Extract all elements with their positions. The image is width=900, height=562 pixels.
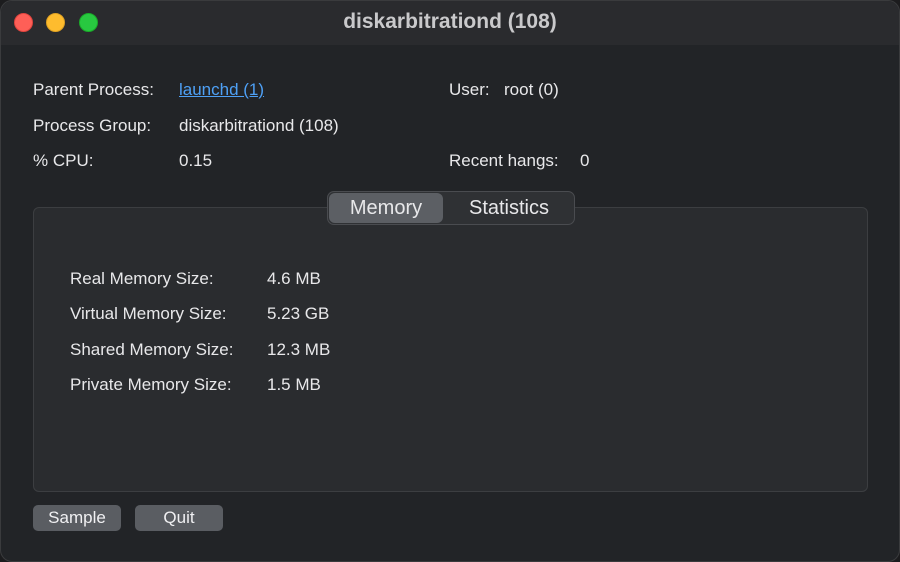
real-memory-value: 4.6 MB bbox=[267, 269, 321, 288]
private-memory-label: Private Memory Size: bbox=[70, 375, 232, 394]
tab-segmented-control: Memory Statistics bbox=[327, 191, 575, 225]
process-inspector-window: diskarbitrationd (108) Parent Process: l… bbox=[0, 0, 900, 562]
shared-memory-value: 12.3 MB bbox=[267, 340, 331, 359]
recent-hangs-label: Recent hangs: bbox=[449, 151, 559, 170]
user-label: User: bbox=[449, 80, 490, 99]
private-memory-value: 1.5 MB bbox=[267, 375, 321, 394]
virtual-memory-value: 5.23 GB bbox=[267, 304, 330, 323]
user-value: root (0) bbox=[504, 80, 559, 99]
parent-process-label: Parent Process: bbox=[33, 80, 154, 99]
tab-memory[interactable]: Memory bbox=[329, 193, 443, 223]
recent-hangs-value: 0 bbox=[580, 151, 590, 170]
real-memory-label: Real Memory Size: bbox=[70, 269, 214, 288]
process-group-value: diskarbitrationd (108) bbox=[179, 116, 339, 135]
title-bar[interactable]: diskarbitrationd (108) bbox=[1, 1, 899, 45]
process-group-label: Process Group: bbox=[33, 116, 152, 135]
tab-statistics[interactable]: Statistics bbox=[446, 193, 572, 223]
cpu-value: 0.15 bbox=[179, 151, 213, 170]
cpu-label: % CPU: bbox=[33, 151, 94, 170]
quit-button[interactable]: Quit bbox=[135, 505, 223, 531]
virtual-memory-label: Virtual Memory Size: bbox=[70, 304, 227, 323]
window-title: diskarbitrationd (108) bbox=[343, 10, 557, 33]
sample-button[interactable]: Sample bbox=[33, 505, 121, 531]
parent-process-link[interactable]: launchd (1) bbox=[179, 80, 264, 100]
shared-memory-label: Shared Memory Size: bbox=[70, 340, 234, 359]
